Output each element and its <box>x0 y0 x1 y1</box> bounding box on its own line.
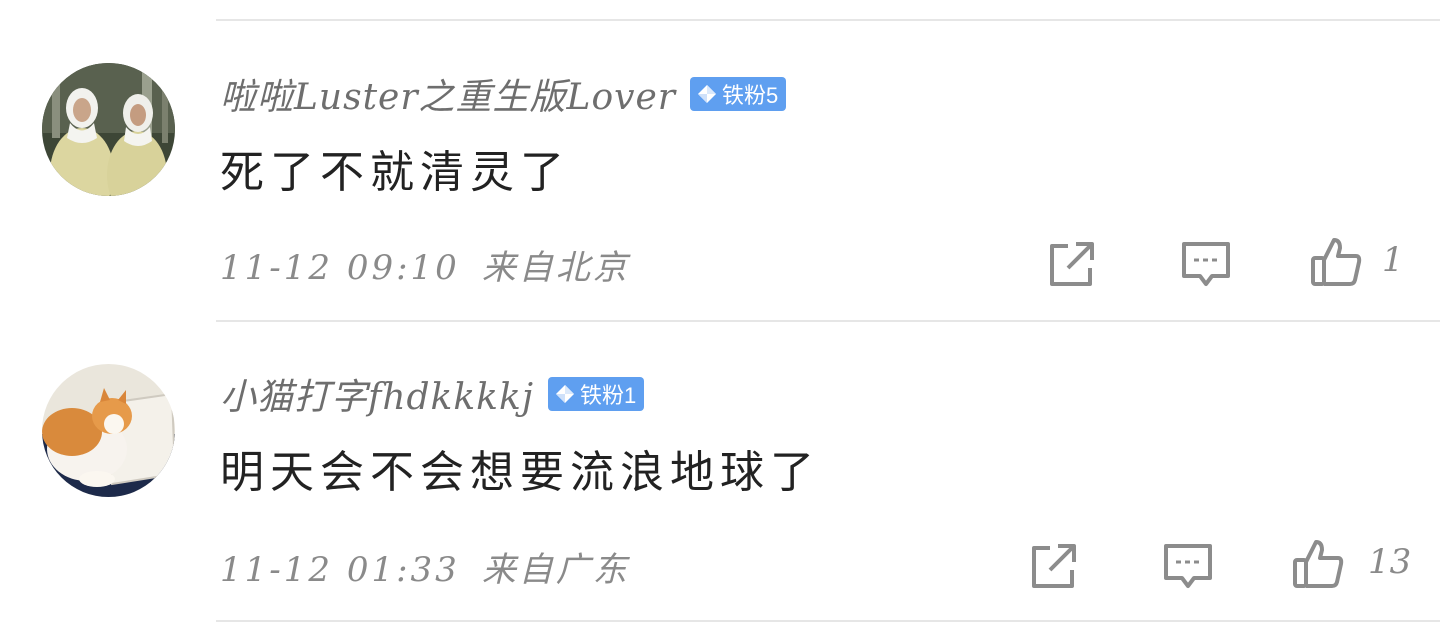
avatar-photo-cat <box>42 364 175 497</box>
username[interactable]: 啦啦Luster之重生版Lover <box>220 68 676 120</box>
comment-time: 11-12 09:10 <box>220 248 460 288</box>
comment-text: 明天会不会想要流浪地球了 <box>220 447 820 498</box>
comment-meta: 11-12 01:33 来自广东 <box>220 542 630 591</box>
like-count: 1 <box>1382 240 1404 280</box>
avatar[interactable] <box>42 63 175 196</box>
fan-badge[interactable]: 铁粉5 <box>689 77 787 111</box>
username[interactable]: 小猫打字fhdkkkkj <box>220 368 534 420</box>
comment-text: 死了不就清灵了 <box>220 147 570 198</box>
like-button[interactable] <box>1310 236 1362 288</box>
diamond-icon <box>697 85 716 103</box>
share-icon <box>1032 544 1076 588</box>
badge-label: 铁粉1 <box>579 383 637 408</box>
comment-item: 小猫打字fhdkkkkj 铁粉1 明天会不会想要流浪地球了 11-12 01:3… <box>0 302 1440 602</box>
comment-meta: 11-12 09:10 来自北京 <box>220 240 630 289</box>
badge-label: 铁粉5 <box>721 83 779 108</box>
name-row: 啦啦Luster之重生版Lover 铁粉5 <box>220 68 787 120</box>
comment-time: 11-12 01:33 <box>220 550 460 590</box>
fan-badge[interactable]: 铁粉1 <box>547 377 645 411</box>
thumbs-up-icon <box>1293 540 1344 588</box>
avatar[interactable] <box>42 364 175 497</box>
comment-location: 来自北京 <box>481 248 630 288</box>
reply-button[interactable] <box>1162 540 1214 592</box>
share-button[interactable] <box>1046 238 1098 290</box>
like-button[interactable] <box>1292 538 1344 590</box>
like-count: 13 <box>1368 542 1412 582</box>
share-button[interactable] <box>1028 540 1080 592</box>
comment-item: 啦啦Luster之重生版Lover 铁粉5 死了不就清灵了 11-12 09:1… <box>0 0 1440 300</box>
name-row: 小猫打字fhdkkkkj 铁粉1 <box>220 368 645 420</box>
reply-icon <box>1164 544 1212 588</box>
share-icon <box>1050 242 1094 286</box>
diamond-icon <box>555 385 574 403</box>
avatar-photo-two-nuns <box>42 63 175 196</box>
comment-location: 来自广东 <box>481 550 630 590</box>
thumbs-up-icon <box>1311 238 1362 286</box>
bottom-divider <box>216 620 1440 622</box>
reply-icon <box>1182 242 1230 286</box>
reply-button[interactable] <box>1180 238 1232 290</box>
